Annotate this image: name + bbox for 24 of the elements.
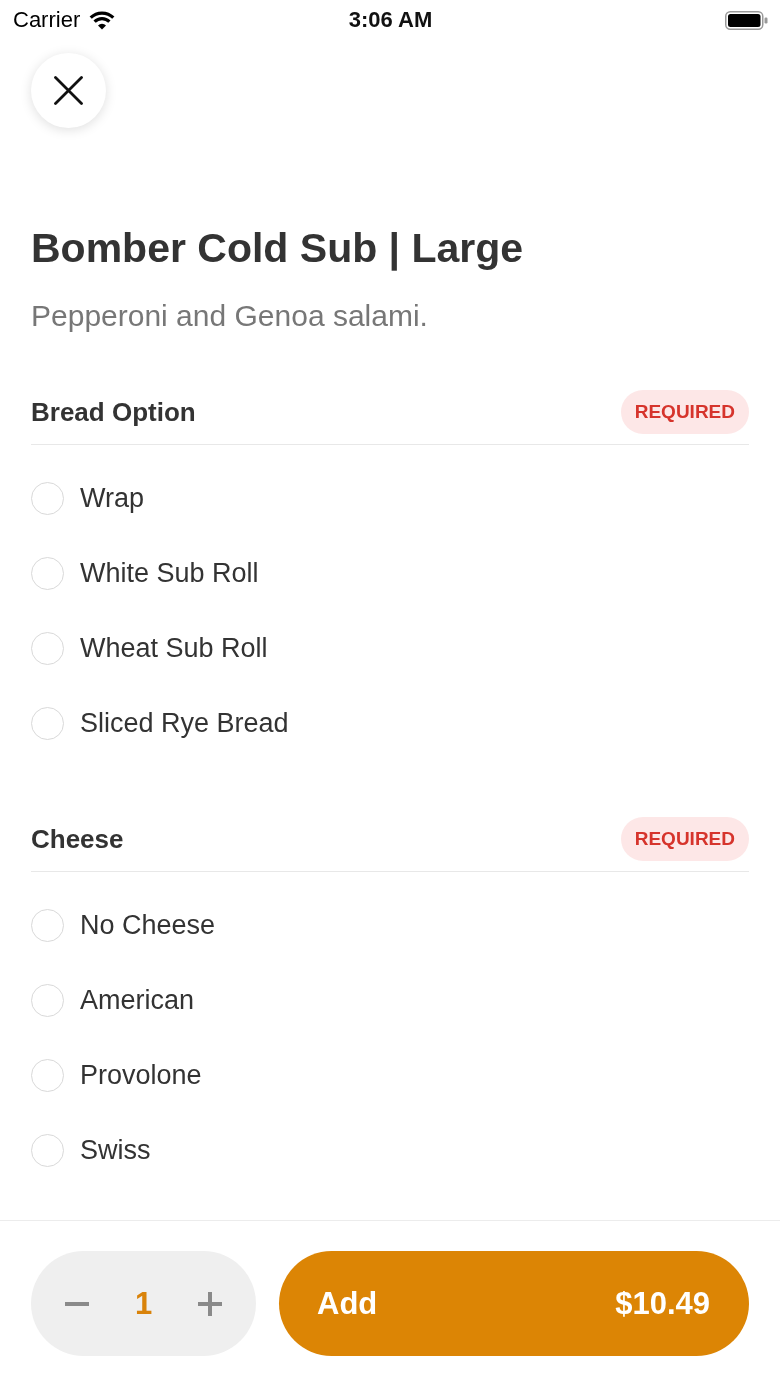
option-label: White Sub Roll: [80, 558, 259, 589]
status-time: 3:06 AM: [348, 7, 433, 33]
quantity-value: 1: [134, 1285, 153, 1322]
plus-icon: [198, 1291, 222, 1316]
add-to-order-button[interactable]: Add $10.49: [279, 1251, 749, 1356]
minus-icon: [65, 1301, 89, 1306]
required-badge: REQUIRED: [620, 390, 749, 434]
required-badge: REQUIRED: [620, 817, 749, 861]
battery-icon: [725, 10, 768, 30]
item-description: Pepperoni and Genoa salami.: [31, 298, 429, 334]
close-button[interactable]: [31, 53, 106, 128]
carrier-label: Carrier: [13, 7, 81, 33]
section-title: Bread Option: [31, 396, 196, 428]
option-label: Sliced Rye Bread: [80, 708, 289, 739]
option-label: No Cheese: [80, 910, 216, 941]
option-label: American: [80, 985, 195, 1016]
wifi-icon: [89, 10, 116, 30]
option-label: Wheat Sub Roll: [80, 633, 268, 664]
option-label: Provolone: [80, 1060, 202, 1091]
section-title: Cheese: [31, 823, 124, 855]
option-label: Swiss: [80, 1135, 151, 1166]
option-label: Wrap: [80, 483, 145, 514]
close-icon: [54, 76, 83, 105]
item-title: Bomber Cold Sub | Large: [31, 224, 525, 272]
